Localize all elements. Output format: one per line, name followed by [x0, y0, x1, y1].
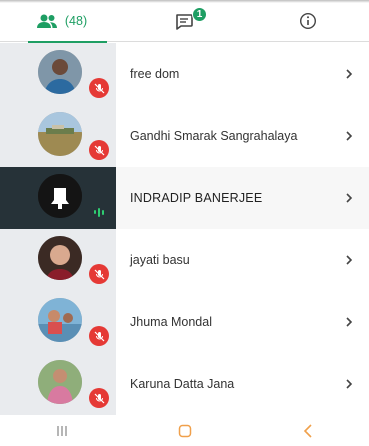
participant-row[interactable]: jayati basu [0, 229, 369, 291]
back-button[interactable] [278, 416, 338, 446]
mic-off-icon [89, 140, 109, 160]
tab-chat[interactable]: 1 [123, 0, 246, 42]
participant-name: Jhuma Mondal [130, 315, 212, 329]
chevron-right-icon [346, 69, 353, 79]
mic-off-icon [89, 326, 109, 346]
chevron-right-icon [346, 379, 353, 389]
home-icon [178, 424, 191, 438]
participant-list: free dom Gandhi Smarak Sangrahalaya INDR… [0, 43, 369, 415]
tab-bar: (48) 1 [0, 0, 369, 43]
recent-apps-icon [56, 426, 67, 436]
participant-name: jayati basu [130, 253, 190, 267]
participant-row-active[interactable]: INDRADIP BANERJEE [0, 167, 369, 229]
avatar [38, 360, 82, 404]
home-button[interactable] [155, 416, 215, 446]
participant-name: free dom [130, 67, 180, 81]
chevron-right-icon [346, 317, 353, 327]
participants-screen: (48) 1 free dom Gandhi Smarak Sangrahala… [0, 0, 369, 446]
avatar [38, 236, 82, 280]
participant-name: INDRADIP BANERJEE [130, 191, 263, 205]
chevron-right-icon [346, 193, 353, 203]
chevron-right-icon [346, 255, 353, 265]
people-icon [36, 14, 58, 28]
recent-apps-button[interactable] [32, 416, 92, 446]
participant-name: Gandhi Smarak Sangrahalaya [130, 129, 298, 143]
chat-unread-badge: 1 [192, 6, 207, 22]
avatar [38, 298, 82, 342]
info-icon [299, 12, 317, 30]
participant-name: Karuna Datta Jana [130, 377, 235, 391]
tab-info[interactable] [246, 0, 369, 42]
system-nav-bar [0, 416, 369, 446]
participant-count: (48) [64, 13, 88, 28]
speaking-indicator-icon [94, 207, 104, 217]
avatar [38, 50, 82, 94]
tab-participants[interactable]: (48) [0, 0, 123, 43]
chevron-right-icon [346, 131, 353, 141]
participant-row[interactable]: Jhuma Mondal [0, 291, 369, 353]
avatar [38, 112, 82, 156]
mic-off-icon [89, 78, 109, 98]
mic-off-icon [89, 264, 109, 284]
avatar [38, 174, 82, 218]
mic-off-icon [89, 388, 109, 408]
participant-row[interactable]: Karuna Datta Jana [0, 353, 369, 415]
participant-row[interactable]: free dom [0, 43, 369, 105]
participant-row[interactable]: Gandhi Smarak Sangrahalaya [0, 105, 369, 167]
back-icon [303, 424, 312, 438]
